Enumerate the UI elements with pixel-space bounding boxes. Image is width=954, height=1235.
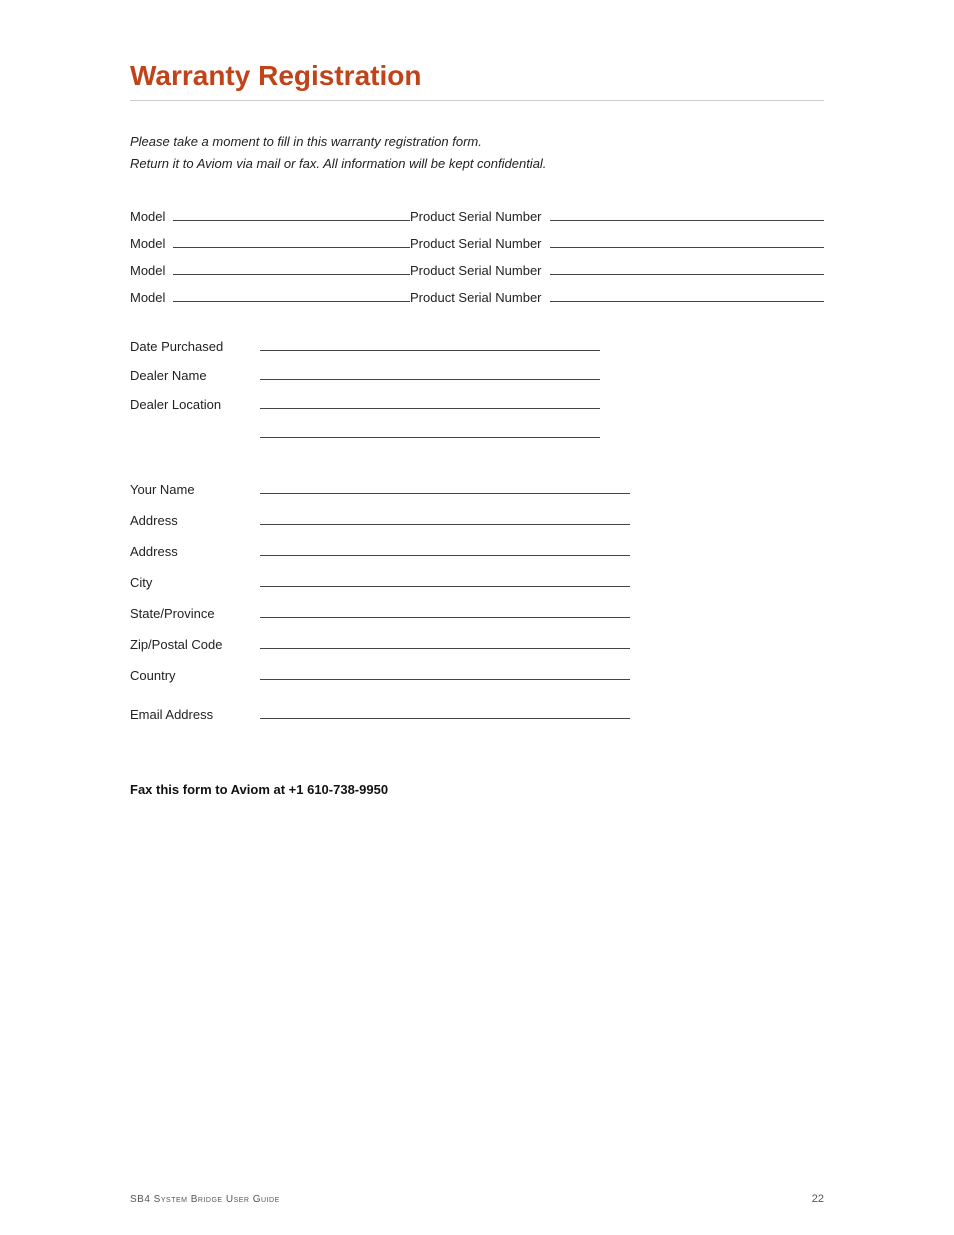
fax-section: Fax this form to Aviom at +1 610-738-995… bbox=[130, 782, 824, 797]
model-col-4: Model bbox=[130, 286, 410, 305]
model-label-4: Model bbox=[130, 290, 165, 305]
serial-line-1 bbox=[550, 205, 825, 221]
intro-line-1: Please take a moment to fill in this war… bbox=[130, 131, 824, 153]
your-name-label: Your Name bbox=[130, 482, 260, 497]
model-line-1 bbox=[173, 205, 410, 221]
title-section: Warranty Registration bbox=[130, 60, 824, 101]
page: Warranty Registration Please take a mome… bbox=[0, 0, 954, 1235]
serial-col-3: Product Serial Number bbox=[410, 259, 824, 278]
serial-col-4: Product Serial Number bbox=[410, 286, 824, 305]
zip-label: Zip/Postal Code bbox=[130, 637, 260, 652]
model-col-2: Model bbox=[130, 232, 410, 251]
model-label-2: Model bbox=[130, 236, 165, 251]
email-section: Email Address bbox=[130, 703, 824, 722]
model-serial-row: Model Product Serial Number bbox=[130, 232, 824, 251]
address-label-2: Address bbox=[130, 544, 260, 559]
email-line bbox=[260, 703, 630, 719]
serial-label-3: Product Serial Number bbox=[410, 263, 542, 278]
footer-guide-title: SB4 System Bridge User Guide bbox=[130, 1194, 280, 1205]
dealer-name-line bbox=[260, 364, 600, 380]
zip-line bbox=[260, 633, 630, 649]
model-label-1: Model bbox=[130, 209, 165, 224]
serial-label-2: Product Serial Number bbox=[410, 236, 542, 251]
footer: SB4 System Bridge User Guide 22 bbox=[130, 1193, 824, 1205]
your-name-row: Your Name bbox=[130, 478, 824, 497]
serial-col-2: Product Serial Number bbox=[410, 232, 824, 251]
contact-section: Your Name Address Address City State/Pro… bbox=[130, 478, 824, 683]
country-label: Country bbox=[130, 668, 260, 683]
intro-line-2: Return it to Aviom via mail or fax. All … bbox=[130, 153, 824, 175]
fax-text: Fax this form to Aviom at +1 610-738-995… bbox=[130, 782, 824, 797]
city-label: City bbox=[130, 575, 260, 590]
dealer-location-row: Dealer Location bbox=[130, 393, 824, 412]
footer-page-number: 22 bbox=[812, 1193, 824, 1205]
city-row: City bbox=[130, 571, 824, 590]
your-name-line bbox=[260, 478, 630, 494]
model-serial-group: Model Product Serial Number Model Produc… bbox=[130, 205, 824, 305]
email-label: Email Address bbox=[130, 707, 260, 722]
address-row-1: Address bbox=[130, 509, 824, 528]
model-line-4 bbox=[173, 286, 410, 302]
serial-label-1: Product Serial Number bbox=[410, 209, 542, 224]
serial-col-1: Product Serial Number bbox=[410, 205, 824, 224]
address-row-2: Address bbox=[130, 540, 824, 559]
serial-line-2 bbox=[550, 232, 825, 248]
model-line-3 bbox=[173, 259, 410, 275]
serial-label-4: Product Serial Number bbox=[410, 290, 542, 305]
model-serial-row: Model Product Serial Number bbox=[130, 205, 824, 224]
dealer-section: Date Purchased Dealer Name Dealer Locati… bbox=[130, 335, 824, 438]
model-line-2 bbox=[173, 232, 410, 248]
model-col-1: Model bbox=[130, 205, 410, 224]
date-purchased-row: Date Purchased bbox=[130, 335, 824, 354]
country-row: Country bbox=[130, 664, 824, 683]
date-purchased-label: Date Purchased bbox=[130, 339, 260, 354]
address-label-1: Address bbox=[130, 513, 260, 528]
city-line bbox=[260, 571, 630, 587]
intro-text: Please take a moment to fill in this war… bbox=[130, 131, 824, 175]
model-serial-row: Model Product Serial Number bbox=[130, 259, 824, 278]
state-label: State/Province bbox=[130, 606, 260, 621]
dealer-name-row: Dealer Name bbox=[130, 364, 824, 383]
zip-row: Zip/Postal Code bbox=[130, 633, 824, 652]
date-purchased-line bbox=[260, 335, 600, 351]
dealer-location-extra-line bbox=[260, 422, 600, 438]
model-col-3: Model bbox=[130, 259, 410, 278]
dealer-location-line bbox=[260, 393, 600, 409]
country-line bbox=[260, 664, 630, 680]
model-label-3: Model bbox=[130, 263, 165, 278]
page-title: Warranty Registration bbox=[130, 60, 824, 92]
email-row: Email Address bbox=[130, 703, 824, 722]
dealer-location-label: Dealer Location bbox=[130, 397, 260, 412]
state-row: State/Province bbox=[130, 602, 824, 621]
address-line-2 bbox=[260, 540, 630, 556]
serial-line-3 bbox=[550, 259, 825, 275]
dealer-name-label: Dealer Name bbox=[130, 368, 260, 383]
address-line-1 bbox=[260, 509, 630, 525]
serial-line-4 bbox=[550, 286, 825, 302]
form-section: Model Product Serial Number Model Produc… bbox=[130, 205, 824, 797]
state-line bbox=[260, 602, 630, 618]
model-serial-row: Model Product Serial Number bbox=[130, 286, 824, 305]
